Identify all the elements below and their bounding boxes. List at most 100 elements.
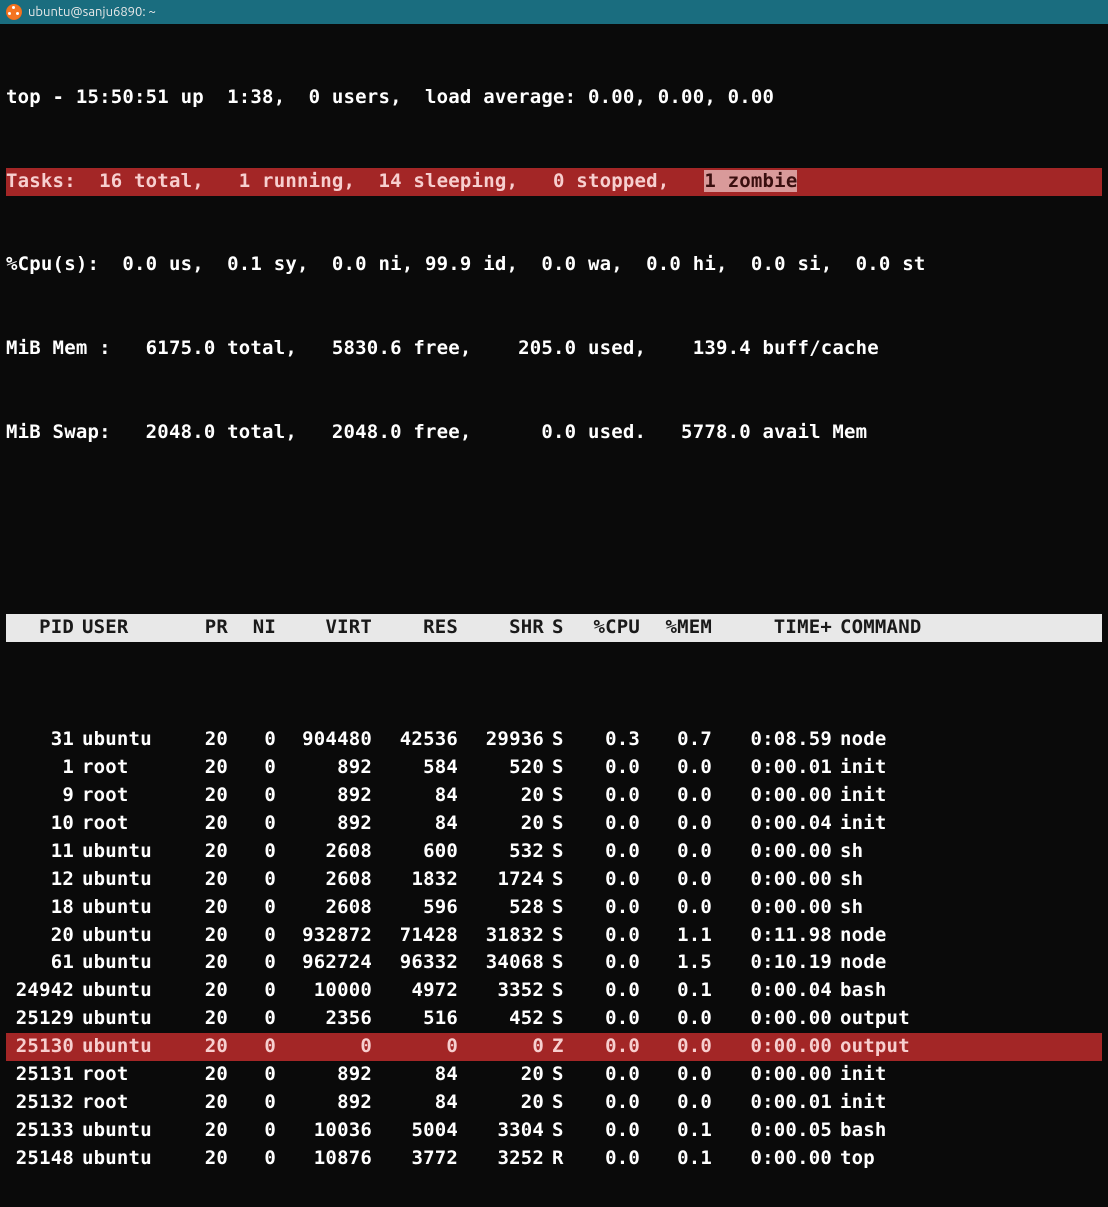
cell-res: 42536 xyxy=(372,726,458,754)
cell-cpu: 0.0 xyxy=(568,782,640,810)
cell-user: ubuntu xyxy=(74,922,168,950)
cell-mem: 0.0 xyxy=(640,754,712,782)
blank-line xyxy=(6,503,1102,531)
cell-cmd: init xyxy=(832,754,1102,782)
cell-user: ubuntu xyxy=(74,1117,168,1145)
cell-user: root xyxy=(74,754,168,782)
cell-ni: 0 xyxy=(228,810,276,838)
col-pid: PID xyxy=(6,614,74,642)
col-time: TIME+ xyxy=(712,614,832,642)
cell-cmd: node xyxy=(832,922,1102,950)
top-summary-mem: MiB Mem : 6175.0 total, 5830.6 free, 205… xyxy=(6,335,1102,363)
cell-time: 0:00.04 xyxy=(712,810,832,838)
tasks-zombie-highlight: 1 zombie xyxy=(704,170,797,192)
cell-user: ubuntu xyxy=(74,949,168,977)
cell-pid: 11 xyxy=(6,838,74,866)
cell-pr: 20 xyxy=(168,1005,228,1033)
cell-s: S xyxy=(544,1005,568,1033)
cell-cmd: top xyxy=(832,1145,1102,1173)
window-titlebar[interactable]: ubuntu@sanju6890: ~ xyxy=(0,0,1108,24)
cell-res: 71428 xyxy=(372,922,458,950)
cell-time: 0:00.01 xyxy=(712,1089,832,1117)
cell-cpu: 0.0 xyxy=(568,1061,640,1089)
cell-res: 3772 xyxy=(372,1145,458,1173)
cell-shr: 532 xyxy=(458,838,544,866)
cell-virt: 892 xyxy=(276,810,372,838)
cell-cpu: 0.0 xyxy=(568,922,640,950)
cell-pid: 25129 xyxy=(6,1005,74,1033)
cell-time: 0:00.00 xyxy=(712,782,832,810)
table-row: 9root2008928420S0.00.00:00.00init xyxy=(6,782,1102,810)
cell-user: root xyxy=(74,782,168,810)
cell-shr: 29936 xyxy=(458,726,544,754)
cell-ni: 0 xyxy=(228,838,276,866)
cell-virt: 10876 xyxy=(276,1145,372,1173)
cell-cmd: init xyxy=(832,810,1102,838)
top-summary-swap: MiB Swap: 2048.0 total, 2048.0 free, 0.0… xyxy=(6,419,1102,447)
cell-ni: 0 xyxy=(228,1145,276,1173)
col-mem: %MEM xyxy=(640,614,712,642)
cell-pr: 20 xyxy=(168,726,228,754)
cell-cpu: 0.0 xyxy=(568,754,640,782)
top-summary-tasks: Tasks: 16 total, 1 running, 14 sleeping,… xyxy=(6,168,1102,196)
terminal-output[interactable]: top - 15:50:51 up 1:38, 0 users, load av… xyxy=(0,24,1108,1207)
col-res: RES xyxy=(372,614,458,642)
cell-ni: 0 xyxy=(228,1005,276,1033)
cell-pid: 1 xyxy=(6,754,74,782)
cell-mem: 0.0 xyxy=(640,1005,712,1033)
table-row: 18ubuntu2002608596528S0.00.00:00.00sh xyxy=(6,894,1102,922)
cell-virt: 2356 xyxy=(276,1005,372,1033)
cell-virt: 0 xyxy=(276,1033,372,1061)
cell-cmd: init xyxy=(832,1061,1102,1089)
cell-pr: 20 xyxy=(168,754,228,782)
cell-mem: 0.1 xyxy=(640,1117,712,1145)
cell-pr: 20 xyxy=(168,810,228,838)
table-row: 25129ubuntu2002356516452S0.00.00:00.00ou… xyxy=(6,1005,1102,1033)
cell-ni: 0 xyxy=(228,949,276,977)
table-row: 25131root2008928420S0.00.00:00.00init xyxy=(6,1061,1102,1089)
cell-time: 0:00.00 xyxy=(712,1005,832,1033)
cell-cmd: init xyxy=(832,782,1102,810)
col-user: USER xyxy=(74,614,168,642)
cell-s: S xyxy=(544,782,568,810)
cell-cmd: init xyxy=(832,1089,1102,1117)
cell-user: ubuntu xyxy=(74,894,168,922)
cell-time: 0:00.00 xyxy=(712,1145,832,1173)
cell-shr: 20 xyxy=(458,1061,544,1089)
cell-s: S xyxy=(544,1089,568,1117)
cell-cmd: bash xyxy=(832,1117,1102,1145)
cell-pid: 24942 xyxy=(6,977,74,1005)
cell-user: ubuntu xyxy=(74,726,168,754)
cell-pid: 12 xyxy=(6,866,74,894)
cell-cmd: sh xyxy=(832,838,1102,866)
cell-shr: 31832 xyxy=(458,922,544,950)
table-row: 11ubuntu2002608600532S0.00.00:00.00sh xyxy=(6,838,1102,866)
cell-mem: 0.0 xyxy=(640,894,712,922)
cell-shr: 20 xyxy=(458,1089,544,1117)
cell-cpu: 0.0 xyxy=(568,1145,640,1173)
cell-pid: 25133 xyxy=(6,1117,74,1145)
table-row: 25132root2008928420S0.00.00:00.01init xyxy=(6,1089,1102,1117)
col-s: S xyxy=(544,614,568,642)
table-row: 20ubuntu2009328727142831832S0.01.10:11.9… xyxy=(6,922,1102,950)
cell-time: 0:00.00 xyxy=(712,1033,832,1061)
cell-res: 1832 xyxy=(372,866,458,894)
cell-ni: 0 xyxy=(228,866,276,894)
cell-mem: 0.1 xyxy=(640,1145,712,1173)
cell-time: 0:11.98 xyxy=(712,922,832,950)
cell-pr: 20 xyxy=(168,1089,228,1117)
cell-pid: 9 xyxy=(6,782,74,810)
cell-virt: 2608 xyxy=(276,866,372,894)
top-summary-cpu: %Cpu(s): 0.0 us, 0.1 sy, 0.0 ni, 99.9 id… xyxy=(6,251,1102,279)
col-ni: NI xyxy=(228,614,276,642)
cell-s: R xyxy=(544,1145,568,1173)
cell-cmd: sh xyxy=(832,894,1102,922)
cell-mem: 0.0 xyxy=(640,838,712,866)
cell-pr: 20 xyxy=(168,1145,228,1173)
cell-s: S xyxy=(544,754,568,782)
cell-res: 84 xyxy=(372,810,458,838)
process-table-header: PID USER PR NI VIRT RES SHR S %CPU %MEM … xyxy=(6,614,1102,642)
table-row: 61ubuntu2009627249633234068S0.01.50:10.1… xyxy=(6,949,1102,977)
cell-pid: 10 xyxy=(6,810,74,838)
cell-pid: 20 xyxy=(6,922,74,950)
